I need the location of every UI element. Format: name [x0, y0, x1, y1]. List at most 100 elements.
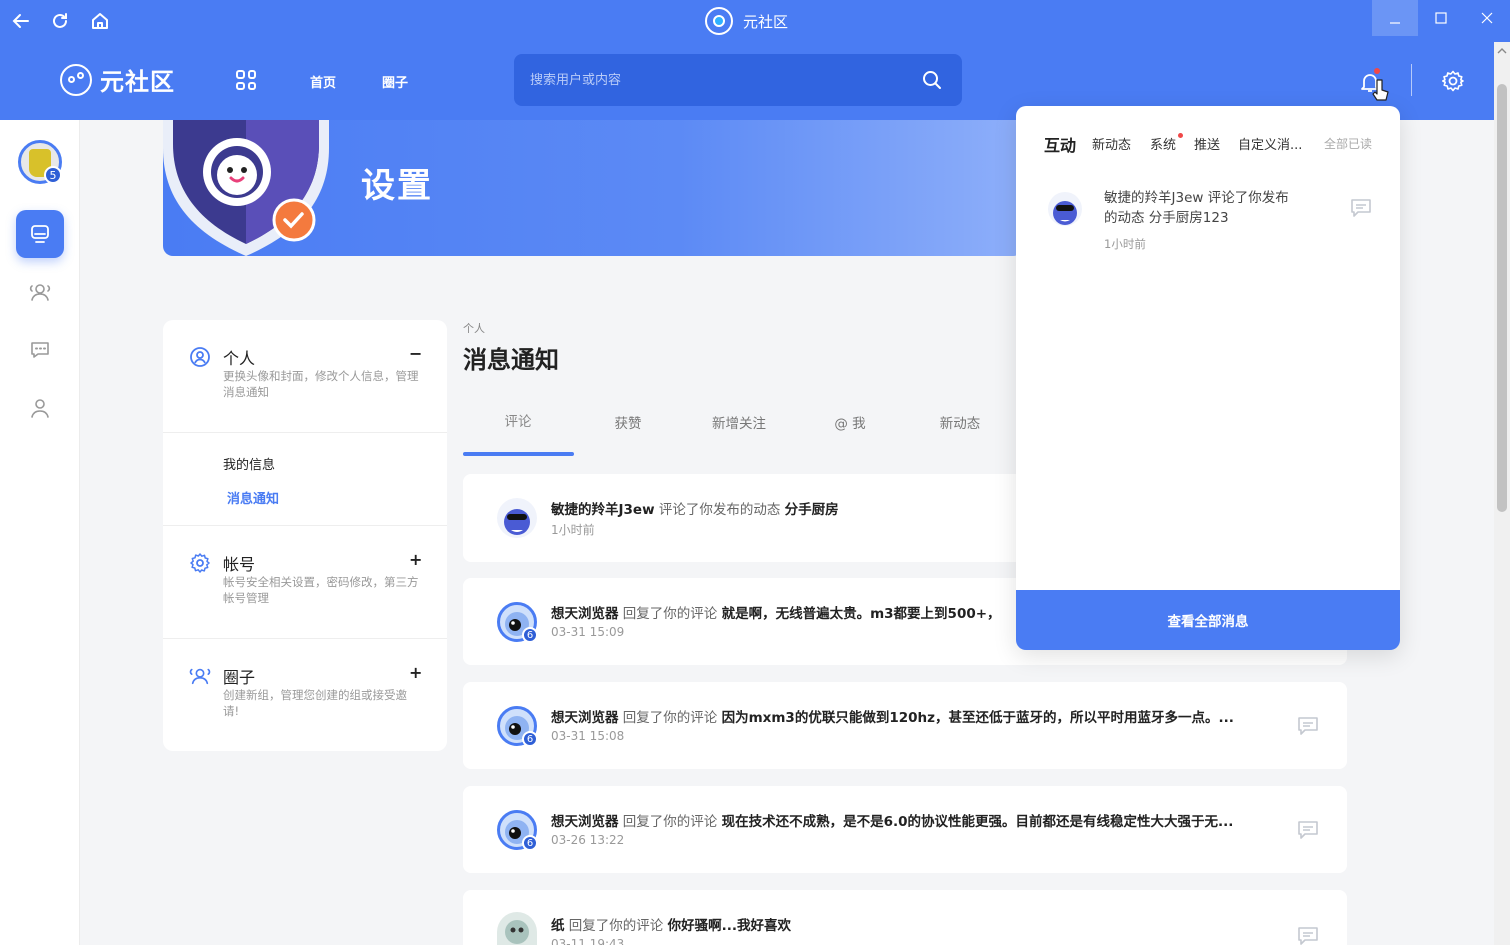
back-icon[interactable]: [6, 6, 36, 36]
reply-icon[interactable]: [1350, 198, 1372, 218]
tab-likes[interactable]: 获赞: [573, 412, 683, 432]
expand-toggle-circles[interactable]: +: [409, 663, 422, 682]
header-divider: [1411, 64, 1412, 96]
sidebar-item-desktop[interactable]: [16, 210, 64, 258]
menu-section-circles[interactable]: 圈子 + 创建新组，管理您创建的组或接受邀请!: [163, 639, 447, 751]
notification-card[interactable]: 6 想天浏览器 回复了你的评论 现在技术还不成熟，是不是6.0的协议性能更强。目…: [463, 786, 1347, 873]
menu-section-account[interactable]: 帐号 + 帐号安全相关设置，密码修改，第三方帐号管理: [163, 526, 447, 639]
notification-action: 回复了你的评论: [568, 918, 664, 934]
notification-text: 纸 回复了你的评论 你好骚啊...我好喜欢: [551, 914, 1271, 934]
reply-icon[interactable]: [1297, 926, 1319, 945]
title-bar: 元社区: [0, 0, 1510, 42]
brand[interactable]: 元社区: [60, 62, 175, 97]
scrollbar-thumb[interactable]: [1497, 84, 1507, 512]
notification-user[interactable]: 想天浏览器: [551, 710, 619, 726]
popup-notification-item[interactable]: 敏捷的羚羊J3ew 评论了你发布的动态 分手厨房123: [1016, 176, 1400, 282]
menu-section-personal[interactable]: 个人 − 更换头像和封面，修改个人信息，管理消息通知: [163, 320, 447, 433]
mark-all-read-button[interactable]: 全部已读: [1324, 135, 1372, 152]
notification-user[interactable]: 想天浏览器: [551, 606, 619, 622]
replier-level-badge: 6: [522, 627, 538, 643]
shield-gear-illustration-icon: [163, 120, 329, 256]
notification-popup: 互动 新动态 系统 推送 自定义消... 全部已读 敏捷的羚羊J3ew 评论了你…: [1016, 106, 1400, 650]
users-icon: [29, 284, 51, 301]
commenter-avatar[interactable]: [497, 498, 537, 538]
popup-tab-updates[interactable]: 新动态: [1092, 134, 1131, 153]
settings-gear-icon[interactable]: [1441, 69, 1465, 93]
system-unread-dot: [1178, 133, 1183, 138]
search-input[interactable]: [530, 54, 910, 106]
window-title-text: 元社区: [743, 12, 789, 31]
popup-tab-custom[interactable]: 自定义消...: [1238, 134, 1302, 153]
tab-new-followers[interactable]: 新增关注: [684, 412, 794, 432]
notification-user[interactable]: 纸: [551, 918, 565, 934]
left-sidebar: 5: [0, 120, 80, 945]
mouse-cursor-icon: [1372, 79, 1389, 101]
sidebar-item-profile[interactable]: [16, 384, 64, 432]
notification-text: 想天浏览器 回复了你的评论 就是啊，无线普遍太贵。m3都要上到500+，: [551, 602, 1016, 622]
home-icon[interactable]: [85, 6, 115, 36]
sidebar-item-groups[interactable]: [16, 268, 64, 316]
active-tab-indicator: [463, 452, 574, 456]
notification-action: 回复了你的评论: [622, 606, 718, 622]
menu-desc-account: 帐号安全相关设置，密码修改，第三方帐号管理: [223, 575, 419, 605]
notification-content[interactable]: 分手厨房: [785, 502, 839, 518]
view-all-messages-button[interactable]: 查看全部消息: [1016, 590, 1400, 650]
sidebar-item-messages[interactable]: [16, 326, 64, 374]
menu-title-personal: 个人: [223, 349, 256, 368]
notification-dot: [1374, 68, 1380, 74]
notification-card[interactable]: 纸 回复了你的评论 你好骚啊...我好喜欢 03-11 19:43: [463, 890, 1347, 945]
nav-home[interactable]: 首页: [310, 72, 336, 91]
notification-content[interactable]: 就是啊，无线普遍太贵。m3都要上到500+，: [722, 606, 1001, 622]
reply-icon[interactable]: [1297, 820, 1319, 840]
settings-menu: 个人 − 更换头像和封面，修改个人信息，管理消息通知 我的信息 消息通知 帐号 …: [163, 320, 447, 751]
scroll-up-icon[interactable]: [1497, 46, 1507, 56]
users-icon: [189, 668, 211, 685]
close-button[interactable]: [1464, 0, 1510, 36]
window-title: 元社区: [705, 7, 788, 35]
gear-icon: [190, 553, 210, 573]
refresh-icon[interactable]: [45, 6, 75, 36]
sub-item-my-info[interactable]: 我的信息: [223, 454, 275, 473]
reply-icon[interactable]: [1297, 716, 1319, 736]
notification-text: 想天浏览器 回复了你的评论 现在技术还不成熟，是不是6.0的协议性能更强。目前都…: [551, 810, 1271, 830]
notification-user[interactable]: 想天浏览器: [551, 814, 619, 830]
user-icon: [31, 399, 49, 418]
maximize-button[interactable]: [1418, 0, 1464, 36]
replier-avatar[interactable]: [497, 912, 537, 945]
search-icon[interactable]: [922, 70, 942, 90]
apps-grid-icon[interactable]: [236, 70, 256, 90]
notification-content[interactable]: 现在技术还不成熟，是不是6.0的协议性能更强。目前都还是有线稳定性大大强于无..…: [722, 814, 1234, 830]
popup-tab-push[interactable]: 推送: [1194, 134, 1220, 153]
tab-mentions[interactable]: @ 我: [795, 412, 905, 432]
search-box: [514, 54, 962, 106]
notification-action: 回复了你的评论: [622, 710, 718, 726]
notification-content[interactable]: 你好骚啊...我好喜欢: [668, 918, 791, 934]
notification-content[interactable]: 因为mxm3的优联只能做到120hz，甚至还低于蓝牙的，所以平时用蓝牙多一点。.…: [722, 710, 1234, 726]
popup-tab-interaction[interactable]: 互动: [1044, 132, 1076, 156]
sub-item-notifications[interactable]: 消息通知: [227, 488, 279, 507]
menu-title-account: 帐号: [223, 555, 256, 574]
notification-user[interactable]: 敏捷的羚羊J3ew: [551, 502, 655, 518]
collapse-toggle-personal[interactable]: −: [409, 344, 422, 363]
brand-name: 元社区: [100, 68, 175, 96]
expand-toggle-account[interactable]: +: [409, 550, 422, 569]
notification-time: 03-26 13:22: [551, 833, 625, 847]
notification-action: 回复了你的评论: [622, 814, 718, 830]
replier-level-badge: 6: [522, 835, 538, 851]
notification-time: 1小时前: [551, 523, 595, 537]
tab-comments[interactable]: 评论: [463, 410, 573, 430]
menu-desc-circles: 创建新组，管理您创建的组或接受邀请!: [223, 688, 407, 718]
user-circle-icon: [190, 347, 210, 367]
popup-commenter-avatar[interactable]: [1048, 192, 1082, 226]
tab-new-updates[interactable]: 新动态: [905, 412, 1015, 432]
avatar-level-badge: 5: [44, 166, 62, 184]
popup-tab-system[interactable]: 系统: [1150, 134, 1176, 153]
monitor-icon: [31, 225, 49, 243]
notification-time: 03-31 15:08: [551, 729, 625, 743]
minimize-button[interactable]: [1372, 0, 1418, 36]
menu-title-circles: 圈子: [223, 668, 256, 687]
page-title: 消息通知: [463, 346, 559, 374]
nav-circles[interactable]: 圈子: [382, 72, 408, 91]
banner-title: 设置: [361, 166, 433, 206]
notification-card[interactable]: 6 想天浏览器 回复了你的评论 因为mxm3的优联只能做到120hz，甚至还低于…: [463, 682, 1347, 769]
